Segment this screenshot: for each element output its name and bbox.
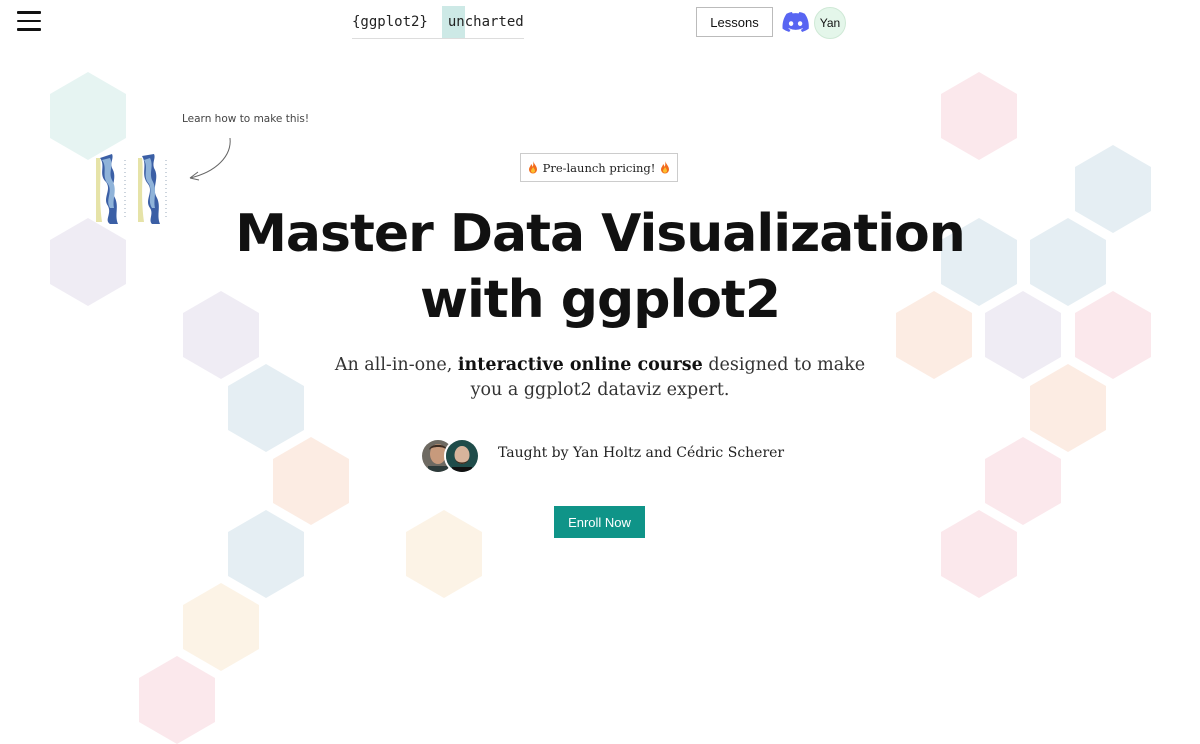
hamburger-menu-icon[interactable] (17, 11, 41, 31)
pricing-badge: Pre-launch pricing! (520, 153, 678, 182)
author-avatar-cedric (444, 438, 480, 474)
curved-arrow-icon (189, 137, 231, 181)
hexagon (50, 72, 126, 160)
author-avatars (420, 438, 484, 474)
discord-icon[interactable] (782, 12, 809, 32)
subtitle-bold: interactive online course (457, 355, 703, 375)
subtitle-prefix: An all-in-one, (334, 355, 458, 375)
hero-subtitle-line1: An all-in-one, interactive online course… (0, 353, 1200, 378)
hero-headline-line2: with ggplot2 (419, 270, 781, 330)
site-logo[interactable]: {ggplot2} uncharted (352, 6, 524, 39)
hexagon (228, 510, 304, 598)
hexagon (941, 72, 1017, 160)
logo-uncharted: uncharted (447, 14, 524, 30)
lessons-button[interactable]: Lessons (696, 7, 773, 37)
taught-by-text: Taught by Yan Holtz and Cédric Scherer (498, 445, 785, 461)
learn-how-annotation[interactable]: Learn how to make this! (182, 113, 309, 125)
hexagon (139, 656, 215, 744)
hero-headline-line1: Master Data Visualization (235, 204, 966, 264)
fire-icon (661, 161, 670, 174)
badge-text: Pre-launch pricing! (542, 160, 656, 175)
hexagon (985, 437, 1061, 525)
hexagon (941, 510, 1017, 598)
subtitle-suffix: designed to make (702, 355, 866, 375)
fire-icon (528, 161, 537, 174)
top-nav: {ggplot2} uncharted Lessons Yan (0, 0, 1200, 46)
hexagon (183, 583, 259, 671)
user-avatar[interactable]: Yan (814, 7, 846, 39)
hero-subtitle-line2: you a ggplot2 dataviz expert. (470, 380, 730, 400)
enroll-now-button[interactable]: Enroll Now (554, 506, 645, 538)
hexagon (273, 437, 349, 525)
logo-ggplot2: {ggplot2} (352, 14, 428, 30)
hexagon (406, 510, 482, 598)
